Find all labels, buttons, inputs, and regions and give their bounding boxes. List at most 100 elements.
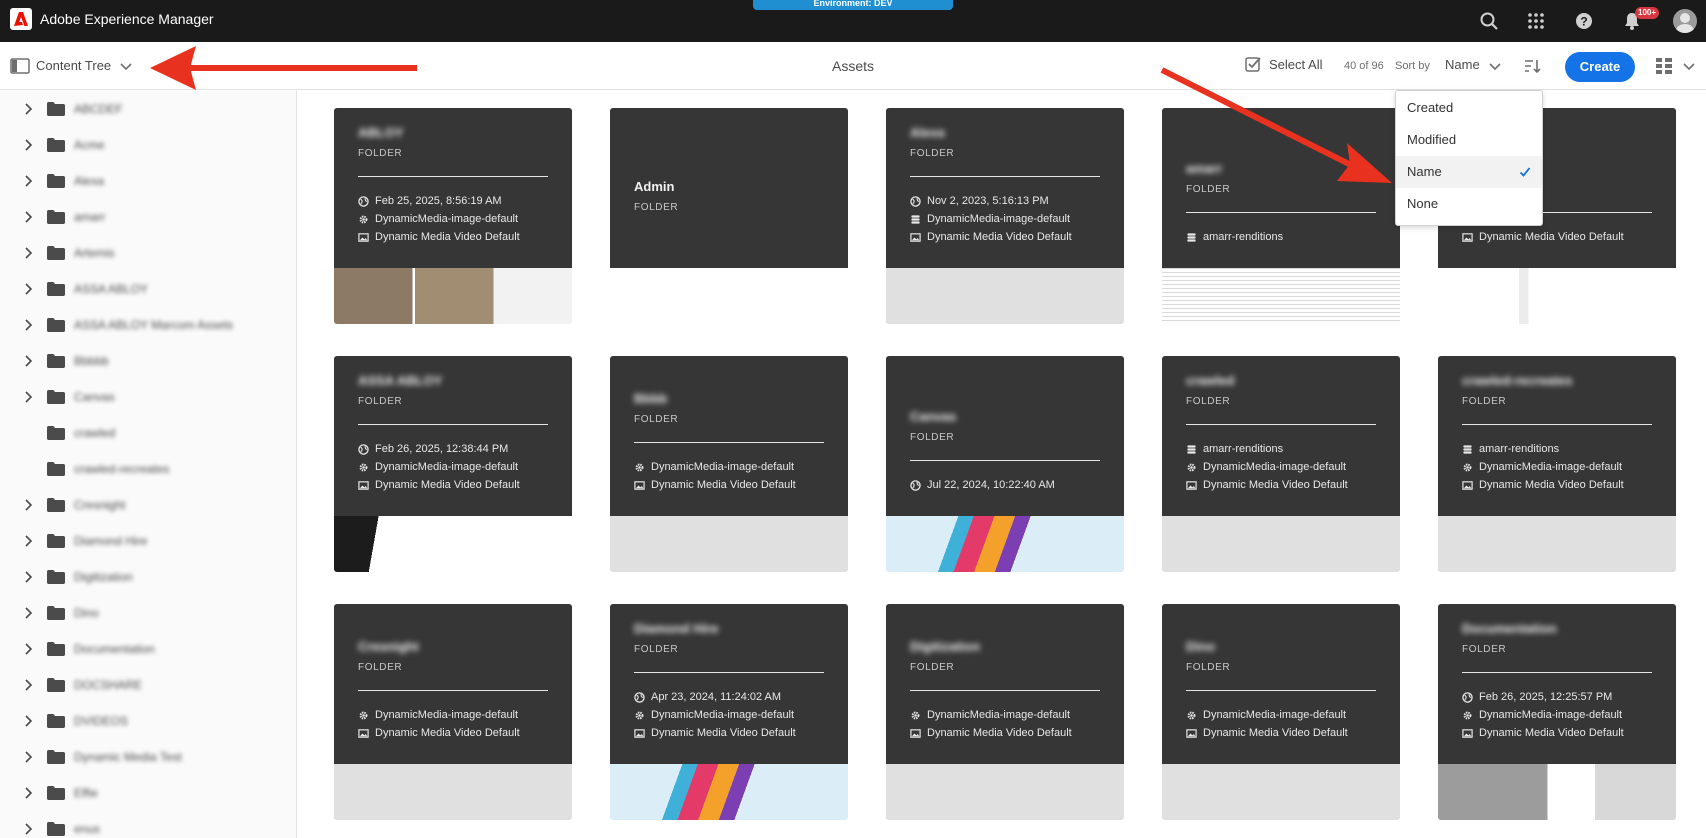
folder-card[interactable]: Cresnight FOLDER DynamicMedia-image-defaul… <box>334 604 572 820</box>
folder-card[interactable]: Canvas FOLDER Jul 22, 2024, 10:22:40 AM <box>886 356 1124 572</box>
sort-by-select[interactable]: Name <box>1445 57 1480 72</box>
app-title[interactable]: Adobe Experience Manager <box>40 11 214 27</box>
folder-card[interactable]: amarr FOLDER amarr-renditions <box>1162 108 1400 324</box>
chevron-right-icon[interactable] <box>22 175 34 187</box>
create-button[interactable]: Create <box>1565 52 1635 82</box>
chevron-right-icon[interactable] <box>22 247 34 259</box>
card-meta-text: Dynamic Media Video Default <box>927 727 1072 739</box>
card-meta-line: amarr-renditions <box>1186 231 1283 243</box>
folder-card[interactable]: ASSA ABLOY FOLDER Feb 26, 2025, 12:38:44 P… <box>334 356 572 572</box>
card-meta-line: DynamicMedia-image-default <box>1462 461 1622 473</box>
chevron-right-icon[interactable] <box>22 355 34 367</box>
folder-card[interactable]: Documentation FOLDER Feb 26, 2025, 12:25:5… <box>1438 604 1676 820</box>
tree-item[interactable]: enus <box>0 811 296 838</box>
card-title: crawled <box>1186 373 1235 388</box>
tree-item[interactable]: Acme <box>0 127 296 163</box>
folder-icon <box>47 498 65 512</box>
sort-option-name[interactable]: Name <box>1396 156 1542 188</box>
tree-item-label: ASSA ABLOY <box>74 282 149 296</box>
content-tree-label[interactable]: Content Tree <box>36 58 111 73</box>
tree-item[interactable]: Effie <box>0 775 296 811</box>
card-meta-line: Dynamic Media Video Default <box>910 231 1072 243</box>
card-title: amarr <box>1186 161 1223 176</box>
chevron-right-icon[interactable] <box>22 499 34 511</box>
card-overlay <box>610 356 848 516</box>
sort-option-label: Created <box>1407 100 1454 115</box>
folder-card[interactable]: Alexa FOLDER Nov 2, 2023, 5:16:13 PM Dynami… <box>886 108 1124 324</box>
card-meta-text: Dynamic Media Video Default <box>1479 727 1624 739</box>
tree-item[interactable]: DVIDEOS <box>0 703 296 739</box>
chevron-right-icon[interactable] <box>22 607 34 619</box>
user-avatar[interactable] <box>1673 9 1697 33</box>
tree-item[interactable]: amarr <box>0 199 296 235</box>
image-icon <box>634 480 645 491</box>
folder-card[interactable]: crawled-recreates FOLDER amarr-renditions D… <box>1438 356 1676 572</box>
tree-item[interactable]: DOCSHARE <box>0 667 296 703</box>
globe-icon <box>910 195 921 207</box>
card-meta-line: Dynamic Media Video Default <box>358 231 520 243</box>
chevron-right-icon[interactable] <box>22 787 34 799</box>
chevron-right-icon[interactable] <box>22 391 34 403</box>
card-type-label: FOLDER <box>358 148 403 159</box>
image-icon <box>1186 728 1197 739</box>
rail-toggle-icon[interactable] <box>10 57 30 75</box>
folder-card[interactable]: Diamond Hire FOLDER Apr 23, 2024, 11:24:02… <box>610 604 848 820</box>
chevron-right-icon[interactable] <box>22 283 34 295</box>
card-meta-line: DynamicMedia-image-default <box>634 709 794 721</box>
sort-order-icon[interactable] <box>1523 57 1541 75</box>
sort-option-modified[interactable]: Modified <box>1396 124 1542 156</box>
select-all-button[interactable]: Select All <box>1245 56 1322 72</box>
chevron-right-icon[interactable] <box>22 823 34 835</box>
chevron-right-icon[interactable] <box>22 211 34 223</box>
folder-card[interactable]: Admin FOLDER <box>610 108 848 324</box>
tree-item[interactable]: Documentation <box>0 631 296 667</box>
folder-card[interactable]: Dino FOLDER DynamicMedia-image-default Dyna… <box>1162 604 1400 820</box>
apps-grid-icon[interactable] <box>1524 9 1548 33</box>
tree-item[interactable]: crawled <box>0 415 296 451</box>
tree-item[interactable]: crawled-recreates <box>0 451 296 487</box>
chevron-right-icon[interactable] <box>22 643 34 655</box>
chevron-right-icon[interactable] <box>22 103 34 115</box>
tree-item[interactable]: ABCDEF <box>0 91 296 127</box>
folder-card[interactable]: Digitization FOLDER DynamicMedia-image-def… <box>886 604 1124 820</box>
sort-option-created[interactable]: Created <box>1396 92 1542 124</box>
sort-chevron-down-icon[interactable] <box>1489 62 1501 72</box>
sort-option-none[interactable]: None <box>1396 188 1542 220</box>
tree-item[interactable]: Digitization <box>0 559 296 595</box>
tree-item[interactable]: ASSA ABLOY Marcom Assets <box>0 307 296 343</box>
tree-item[interactable]: Alexa <box>0 163 296 199</box>
tree-item[interactable]: Cresnight <box>0 487 296 523</box>
chevron-right-icon[interactable] <box>22 751 34 763</box>
rail-chevron-down-icon[interactable] <box>120 62 132 72</box>
image-icon <box>358 728 369 739</box>
tree-item-label: Bbbbb <box>74 354 109 368</box>
grid-view-icon[interactable] <box>1656 58 1672 74</box>
tree-item[interactable]: Dino <box>0 595 296 631</box>
search-icon[interactable] <box>1477 9 1501 33</box>
view-chevron-down-icon[interactable] <box>1683 62 1695 72</box>
sort-option-label: None <box>1407 196 1439 211</box>
content-tree-rail[interactable]: ABCDEF Acme Alexa amarr Artemis ASSA ABLOY ASS… <box>0 91 297 838</box>
chevron-right-icon[interactable] <box>22 679 34 691</box>
tree-item[interactable]: Canvas <box>0 379 296 415</box>
chevron-right-icon[interactable] <box>22 571 34 583</box>
help-icon[interactable]: ? <box>1572 9 1596 33</box>
sort-option-label: Modified <box>1407 132 1457 147</box>
chevron-right-icon[interactable] <box>22 715 34 727</box>
chevron-right-icon[interactable] <box>22 319 34 331</box>
chevron-right-icon[interactable] <box>22 535 34 547</box>
folder-card[interactable]: crawled FOLDER amarr-renditions DynamicMedi… <box>1162 356 1400 572</box>
tree-item[interactable]: Diamond Hire <box>0 523 296 559</box>
tree-item[interactable]: ASSA ABLOY <box>0 271 296 307</box>
tree-item[interactable]: Artemis <box>0 235 296 271</box>
chevron-right-icon[interactable] <box>22 139 34 151</box>
tree-item[interactable]: Dynamic Media Test <box>0 739 296 775</box>
folder-card[interactable]: Bbbb FOLDER DynamicMedia-image-default Dyna… <box>610 356 848 572</box>
tree-item-label: amarr <box>74 210 106 224</box>
card-meta-text: Dynamic Media Video Default <box>1203 479 1348 491</box>
adobe-logo-icon[interactable] <box>10 8 32 30</box>
card-meta-line: amarr-renditions <box>1186 443 1283 455</box>
tree-item[interactable]: Bbbbb <box>0 343 296 379</box>
image-icon <box>910 232 921 243</box>
folder-card[interactable]: ABLOY FOLDER Feb 25, 2025, 8:56:19 AM Dynam… <box>334 108 572 324</box>
